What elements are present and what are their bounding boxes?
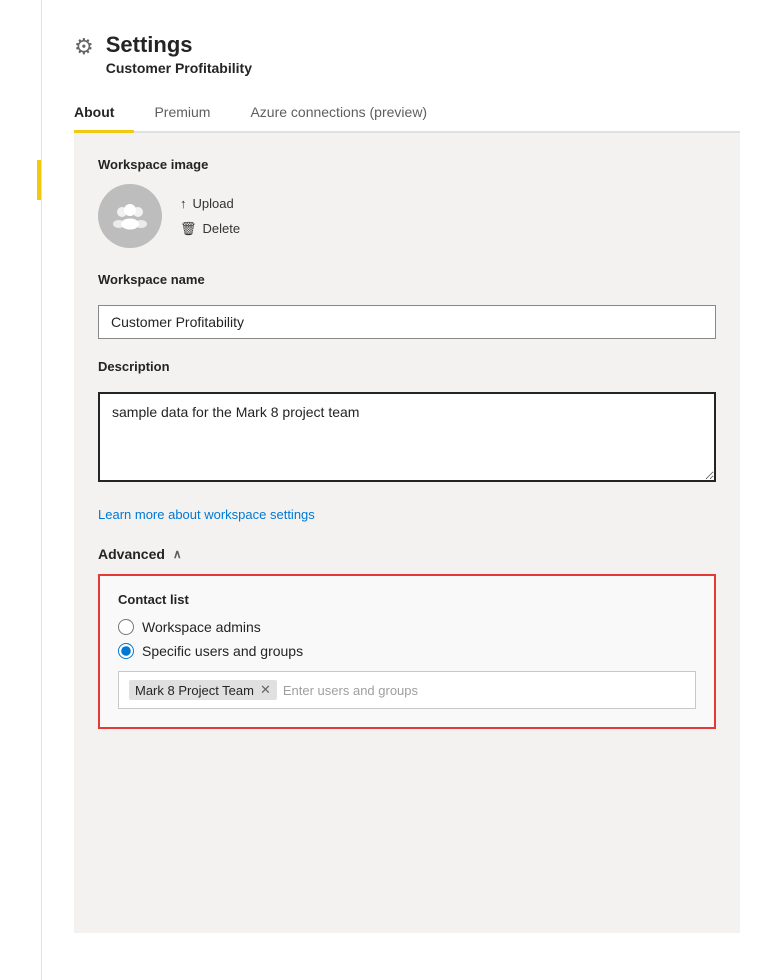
- advanced-header[interactable]: Advanced ∧: [98, 546, 716, 562]
- settings-header: ⚙ Settings Customer Profitability: [74, 32, 740, 76]
- page-container: ⚙ Settings Customer Profitability About …: [0, 0, 780, 980]
- radio-workspace-admins-label: Workspace admins: [142, 619, 261, 635]
- header-text: Settings Customer Profitability: [106, 32, 252, 76]
- workspace-image-row: ↑ Upload 🗑 Delete: [98, 184, 716, 248]
- user-tag-mark8: Mark 8 Project Team ✕: [129, 680, 277, 700]
- workspace-name-input[interactable]: [98, 305, 716, 339]
- radio-workspace-admins-input[interactable]: [118, 619, 134, 635]
- avatar-icon: [108, 194, 152, 238]
- avatar: [98, 184, 162, 248]
- description-label: Description: [98, 359, 716, 374]
- delete-button[interactable]: 🗑 Delete: [180, 219, 240, 239]
- users-input-placeholder: Enter users and groups: [283, 683, 418, 698]
- learn-more-link[interactable]: Learn more about workspace settings: [98, 507, 315, 522]
- user-tag-label: Mark 8 Project Team: [135, 683, 254, 698]
- tab-premium[interactable]: Premium: [134, 94, 230, 133]
- sidebar-accent: [37, 160, 41, 200]
- contact-list-label: Contact list: [118, 592, 696, 607]
- advanced-chevron-icon: ∧: [173, 547, 182, 561]
- description-section: Description sample data for the Mark 8 p…: [98, 359, 716, 487]
- workspace-name-label: Workspace name: [98, 272, 716, 287]
- radio-specific-users-input[interactable]: [118, 643, 134, 659]
- delete-icon: 🗑: [180, 221, 197, 237]
- contact-list-box: Contact list Workspace admins Specific u…: [98, 574, 716, 729]
- settings-title: Settings: [106, 32, 252, 58]
- image-actions: ↑ Upload 🗑 Delete: [180, 194, 240, 239]
- advanced-label: Advanced: [98, 546, 165, 562]
- workspace-name-section: Workspace name: [98, 272, 716, 339]
- workspace-subtitle: Customer Profitability: [106, 60, 252, 76]
- radio-specific-users-label: Specific users and groups: [142, 643, 303, 659]
- delete-label: Delete: [203, 221, 241, 236]
- workspace-image-label: Workspace image: [98, 157, 716, 172]
- gear-icon: ⚙: [74, 34, 94, 60]
- users-input-row[interactable]: Mark 8 Project Team ✕ Enter users and gr…: [118, 671, 696, 709]
- description-textarea[interactable]: sample data for the Mark 8 project team: [98, 392, 716, 482]
- user-tag-remove-icon[interactable]: ✕: [260, 682, 271, 698]
- upload-icon: ↑: [180, 196, 187, 211]
- main-content: ⚙ Settings Customer Profitability About …: [42, 0, 780, 980]
- upload-label: Upload: [193, 196, 234, 211]
- advanced-section: Advanced ∧ Contact list Workspace admins…: [98, 546, 716, 729]
- workspace-image-section: Workspace image: [98, 157, 716, 248]
- radio-workspace-admins[interactable]: Workspace admins: [118, 619, 696, 635]
- radio-specific-users[interactable]: Specific users and groups: [118, 643, 696, 659]
- content-area: Workspace image: [74, 133, 740, 933]
- upload-button[interactable]: ↑ Upload: [180, 194, 240, 213]
- tab-azure[interactable]: Azure connections (preview): [230, 94, 447, 133]
- tabs-bar: About Premium Azure connections (preview…: [74, 94, 740, 133]
- left-sidebar: [0, 0, 42, 980]
- tab-about[interactable]: About: [74, 94, 134, 133]
